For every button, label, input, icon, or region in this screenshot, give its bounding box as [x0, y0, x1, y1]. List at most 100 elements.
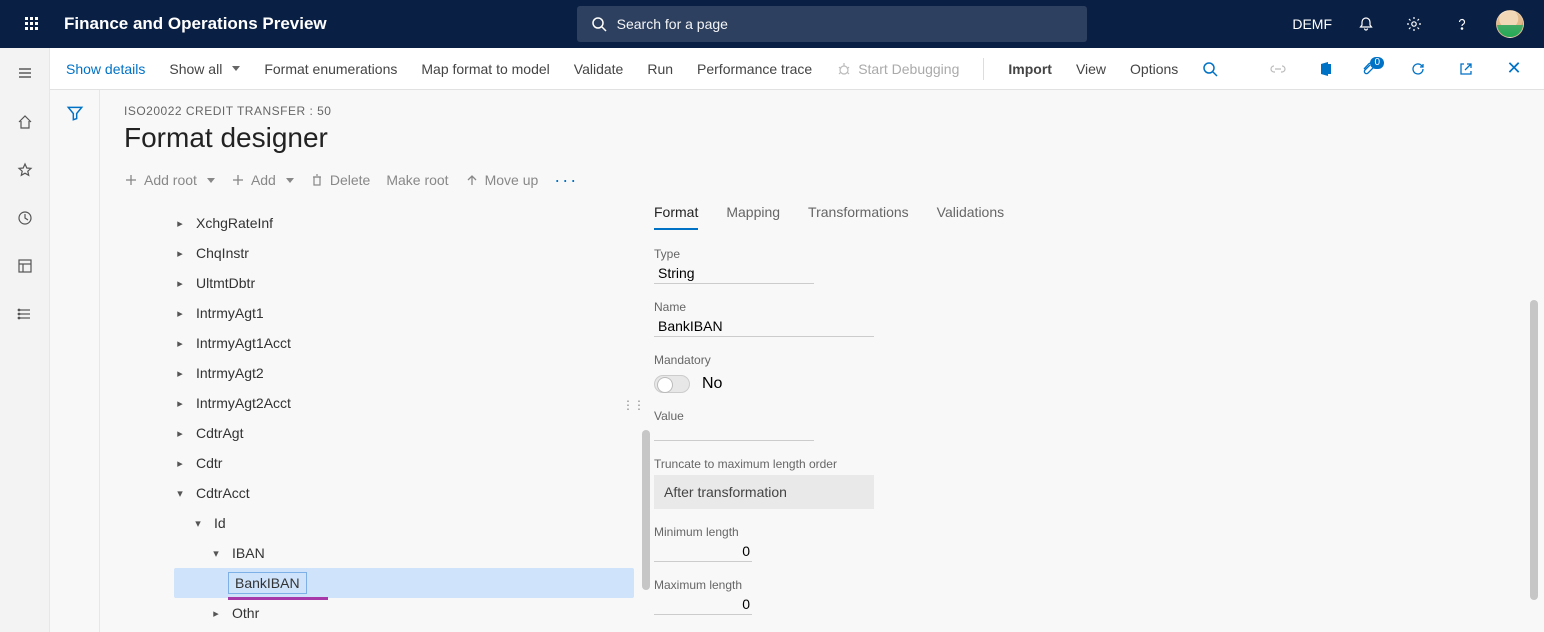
recent-icon[interactable] — [5, 198, 45, 238]
search-icon — [591, 16, 607, 32]
start-debugging-button[interactable]: Start Debugging — [836, 61, 959, 77]
show-details-button[interactable]: Show details — [66, 61, 145, 77]
tree-node-label: BankIBAN — [228, 572, 307, 594]
view-button[interactable]: View — [1076, 61, 1106, 77]
value-label: Value — [654, 409, 1520, 423]
tree-node-label: IntrmyAgt2 — [196, 365, 264, 381]
tree-node-label: IntrmyAgt1 — [196, 305, 264, 321]
tree-node-label: XchgRateInf — [196, 215, 273, 231]
tree-node[interactable]: IBAN — [174, 538, 634, 568]
breadcrumb: ISO20022 CREDIT TRANSFER : 50 — [124, 104, 1520, 118]
left-navigation-rail — [0, 48, 50, 632]
perf-trace-button[interactable]: Performance trace — [697, 61, 812, 77]
tree-node[interactable]: IntrmyAgt1Acct — [174, 328, 634, 358]
page-scrollbar[interactable] — [1530, 300, 1538, 600]
name-label: Name — [654, 300, 1520, 314]
tab-transformations[interactable]: Transformations — [808, 204, 909, 230]
filter-rail — [50, 90, 100, 632]
tree-node-label: Id — [214, 515, 226, 531]
tree-node[interactable]: XchgRateInf — [174, 208, 634, 238]
workspaces-icon[interactable] — [5, 246, 45, 286]
run-button[interactable]: Run — [647, 61, 673, 77]
tree-node-label: IntrmyAgt2Acct — [196, 395, 291, 411]
refresh-icon[interactable] — [1404, 55, 1432, 83]
tree-node-label: IntrmyAgt1Acct — [196, 335, 291, 351]
tree-node[interactable]: UltmtDbtr — [174, 268, 634, 298]
tree-node[interactable]: CdtrAgt — [174, 418, 634, 448]
company-indicator[interactable]: DEMF — [1292, 16, 1332, 32]
map-format-to-model-button[interactable]: Map format to model — [421, 61, 549, 77]
app-launcher-icon[interactable] — [8, 16, 56, 32]
format-enumerations-button[interactable]: Format enumerations — [264, 61, 397, 77]
app-header: Finance and Operations Preview Search fo… — [0, 0, 1544, 48]
search-placeholder: Search for a page — [617, 16, 728, 32]
close-icon[interactable]: ✕ — [1500, 55, 1528, 83]
designer-toolbar: Add root Add Delete Make root Move up ··… — [124, 166, 1520, 200]
attachments-count-badge: 0 — [1370, 57, 1384, 69]
app-title: Finance and Operations Preview — [64, 14, 327, 34]
start-debugging-label: Start Debugging — [858, 61, 959, 77]
make-root-button[interactable]: Make root — [386, 172, 448, 188]
mandatory-label: Mandatory — [654, 353, 1520, 367]
separator — [983, 58, 984, 80]
tree-node[interactable]: ChqInstr — [174, 238, 634, 268]
notifications-icon[interactable] — [1352, 10, 1380, 38]
search-command-icon[interactable] — [1202, 61, 1218, 77]
tree-node[interactable]: IntrmyAgt1 — [174, 298, 634, 328]
import-button[interactable]: Import — [1008, 61, 1052, 77]
type-label: Type — [654, 247, 1520, 261]
max-length-field[interactable]: 0 — [654, 592, 752, 615]
options-button[interactable]: Options — [1130, 61, 1178, 77]
modules-icon[interactable] — [5, 294, 45, 334]
move-up-label: Move up — [485, 172, 539, 188]
tree-node-label: CdtrAgt — [196, 425, 243, 441]
avatar[interactable] — [1496, 10, 1524, 38]
properties-panel: ⋮⋮ Format Mapping Transformations Valida… — [634, 200, 1520, 618]
tree-node[interactable]: CdtrAcct — [174, 478, 634, 508]
add-root-button[interactable]: Add root — [124, 172, 215, 188]
truncate-order-select[interactable]: After transformation — [654, 475, 874, 509]
filter-icon[interactable] — [66, 104, 84, 632]
add-root-label: Add root — [144, 172, 197, 188]
name-field[interactable]: BankIBAN — [654, 314, 874, 337]
move-up-button[interactable]: Move up — [465, 172, 539, 188]
gear-icon[interactable] — [1400, 10, 1428, 38]
tree-node[interactable]: Othr — [174, 598, 634, 628]
min-length-field[interactable]: 0 — [654, 539, 752, 562]
splitter-grip-icon[interactable]: ⋮⋮ — [622, 398, 644, 412]
home-icon[interactable] — [5, 102, 45, 142]
type-field[interactable]: String — [654, 261, 814, 284]
tree-node-label: UltmtDbtr — [196, 275, 255, 291]
delete-button[interactable]: Delete — [310, 172, 370, 188]
office-icon[interactable] — [1312, 55, 1340, 83]
overflow-menu-icon[interactable]: ··· — [554, 176, 578, 184]
show-all-button[interactable]: Show all — [169, 61, 240, 77]
value-field[interactable] — [654, 423, 814, 441]
link-icon[interactable] — [1264, 55, 1292, 83]
add-button[interactable]: Add — [231, 172, 294, 188]
min-length-label: Minimum length — [654, 525, 1520, 539]
validate-button[interactable]: Validate — [574, 61, 624, 77]
tree-node[interactable]: IntrmyAgt2Acct — [174, 388, 634, 418]
truncate-label: Truncate to maximum length order — [654, 457, 1520, 471]
favorites-icon[interactable] — [5, 150, 45, 190]
command-bar: Show details Show all Format enumeration… — [50, 48, 1544, 90]
tree-node[interactable]: Cdtr — [174, 448, 634, 478]
tree-node-label: CdtrAcct — [196, 485, 250, 501]
tab-format[interactable]: Format — [654, 204, 698, 230]
tab-validations[interactable]: Validations — [937, 204, 1004, 230]
global-search-input[interactable]: Search for a page — [577, 6, 1087, 42]
truncate-value: After transformation — [664, 484, 787, 500]
hamburger-icon[interactable] — [0, 52, 49, 94]
popout-icon[interactable] — [1452, 55, 1480, 83]
page-title: Format designer — [124, 122, 1520, 154]
max-length-label: Maximum length — [654, 578, 1520, 592]
tree-node-selected[interactable]: BankIBAN — [174, 568, 634, 598]
tree-node[interactable]: IntrmyAgt2 — [174, 358, 634, 388]
mandatory-toggle[interactable] — [654, 375, 690, 393]
attachments-icon[interactable]: 0 — [1360, 61, 1384, 77]
tab-mapping[interactable]: Mapping — [726, 204, 780, 230]
help-icon[interactable] — [1448, 10, 1476, 38]
tree-node[interactable]: Id — [174, 508, 634, 538]
properties-tabs: Format Mapping Transformations Validatio… — [654, 204, 1520, 231]
